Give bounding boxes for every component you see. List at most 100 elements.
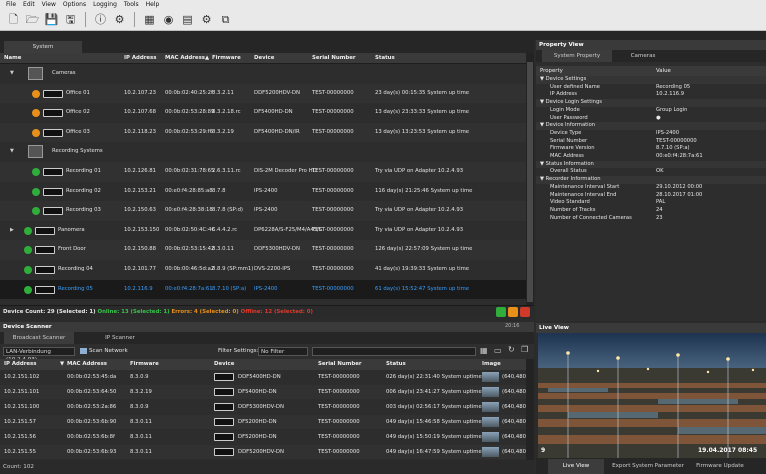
- menu-tools[interactable]: Tools: [124, 1, 139, 8]
- property-group-row[interactable]: ▼ Device Login Settings: [536, 99, 766, 107]
- tab-live-view[interactable]: Live View: [548, 459, 604, 474]
- column-serial[interactable]: Serial Number: [312, 53, 356, 64]
- scanner-column-image[interactable]: Image: [482, 359, 501, 370]
- device-row[interactable]: Office 02 10.2.107.68 00:0b:02:53:28:89 8.3…: [0, 103, 526, 123]
- scanner-row[interactable]: 10.2.151.100 00:0b:02:53:2a:86 8.3.0.9 DDF5…: [0, 400, 528, 414]
- monitor-icon[interactable]: ▭: [494, 346, 502, 355]
- scanner-row[interactable]: 10.2.151.102 00:0b:02:53:45:da 8.3.0.9 DDF5…: [0, 370, 528, 384]
- grid-view-icon[interactable]: ▦: [480, 346, 488, 355]
- new-file-button[interactable]: 🗋: [6, 12, 21, 27]
- scanner-row[interactable]: 10.2.151.57 00:0b:02:53:6b:90 8.3.0.11 DF52…: [0, 415, 528, 429]
- property-row[interactable]: User Password ●: [536, 115, 766, 123]
- tab-broadcast-scanner[interactable]: Broadcast Scanner: [4, 332, 74, 344]
- property-value[interactable]: PAL: [656, 199, 665, 207]
- device-row[interactable]: Office 01 10.2.107.23 00:0b:02:40:25:2f 8.3…: [0, 83, 526, 104]
- property-value[interactable]: Recording 05: [656, 84, 690, 92]
- property-row[interactable]: Number of Tracks 24: [536, 207, 766, 215]
- save-button[interactable]: 💾: [44, 12, 59, 27]
- filter-online-button[interactable]: [496, 307, 506, 317]
- scanner-column-status[interactable]: Status: [386, 359, 406, 370]
- filter-offline-button[interactable]: [520, 307, 530, 317]
- cog-window-button[interactable]: ⚙: [199, 12, 214, 27]
- menu-help[interactable]: Help: [146, 1, 160, 8]
- column-name[interactable]: Name: [4, 53, 21, 64]
- property-value[interactable]: 10.2.116.9: [656, 91, 684, 99]
- column-status[interactable]: Status: [375, 53, 395, 64]
- tab-export-system-parameter[interactable]: Export System Parameter: [610, 459, 686, 474]
- eye-button[interactable]: ◉: [161, 12, 176, 27]
- device-row[interactable]: Recording 04 10.2.101.77 00:0b:00:46:5d:a2…: [0, 260, 526, 280]
- property-row[interactable]: Firmware Version 8.7.10 (SP:a): [536, 145, 766, 153]
- scan-network-button[interactable]: Scan Network: [80, 347, 128, 356]
- scanner-row[interactable]: 10.2.151.55 00:0b:02:53:6b:93 8.3.0.11 DDF5…: [0, 445, 528, 459]
- property-value[interactable]: IPS-2400: [656, 130, 679, 138]
- scanner-column-ip[interactable]: IP Address: [4, 359, 36, 370]
- filter-select[interactable]: No Filter: [258, 347, 308, 356]
- chevron-down-icon[interactable]: ⌄: [519, 400, 523, 414]
- chevron-down-icon[interactable]: ⌄: [519, 415, 523, 429]
- property-group-row[interactable]: ▼ Status Information: [536, 160, 766, 169]
- expand-arrow-icon[interactable]: ▼: [10, 64, 14, 84]
- save-as-button[interactable]: 🖫: [63, 12, 78, 27]
- expand-arrow-icon[interactable]: ▶: [10, 221, 14, 241]
- property-row[interactable]: Number of Connected Cameras 23: [536, 215, 766, 223]
- info-button[interactable]: ⓘ: [93, 12, 108, 27]
- property-group-row[interactable]: ▼ Recorder Information: [536, 176, 766, 184]
- system-scrollbar-thumb[interactable]: [527, 62, 533, 302]
- tree-group-row[interactable]: ▼ Cameras: [0, 64, 526, 84]
- chevron-down-icon[interactable]: ⌄: [519, 370, 523, 384]
- settings-cogs-button[interactable]: ⚙: [112, 12, 127, 27]
- scanner-search-input[interactable]: [312, 347, 476, 356]
- column-mac[interactable]: MAC Address: [165, 53, 205, 64]
- property-row[interactable]: Video Standard PAL: [536, 199, 766, 207]
- filter-errors-button[interactable]: [508, 307, 518, 317]
- column-firmware[interactable]: Firmware: [212, 53, 241, 64]
- adapter-select[interactable]: LAN-Verbindung (10.2.4.93): [3, 347, 75, 363]
- tab-system[interactable]: System: [4, 41, 82, 53]
- copy-icon[interactable]: ❐: [521, 345, 528, 354]
- property-value[interactable]: 8.7.10 (SP:a): [656, 145, 690, 153]
- property-row[interactable]: Login Mode Group Login: [536, 107, 766, 115]
- menu-logging[interactable]: Logging: [93, 1, 117, 8]
- scanner-row[interactable]: 10.2.151.101 00:0b:02:53:64:50 8.3.2.19 DF5…: [0, 385, 528, 399]
- property-row[interactable]: MAC Address 00:e0:f4:28:7a:61: [536, 153, 766, 161]
- expand-arrow-icon[interactable]: ▼: [10, 142, 14, 162]
- scanner-column-mac[interactable]: MAC Address: [67, 359, 107, 370]
- device-row[interactable]: Recording 02 10.2.153.21 00:e0:f4:28:85:a8…: [0, 182, 526, 202]
- property-value[interactable]: 23: [656, 215, 663, 223]
- property-value[interactable]: OK: [656, 168, 664, 176]
- dashboard-button[interactable]: ▤: [180, 12, 195, 27]
- tree-group-row[interactable]: ▼ Recording Systems: [0, 142, 526, 162]
- property-value[interactable]: 00:e0:f4:28:7a:61: [656, 153, 703, 161]
- property-row[interactable]: Maintenance Interval Start 29.10.2012 00:…: [536, 184, 766, 192]
- open-folder-button[interactable]: 🗁: [25, 12, 40, 27]
- scanner-scrollbar[interactable]: [526, 359, 534, 460]
- property-value[interactable]: Group Login: [656, 107, 687, 115]
- scanner-row[interactable]: 10.2.151.56 00:0b:02:53:6b:8f 8.3.0.11 DF52…: [0, 430, 528, 444]
- property-value[interactable]: 29.10.2012 00:00: [656, 184, 702, 192]
- scanner-column-firmware[interactable]: Firmware: [130, 359, 159, 370]
- property-row[interactable]: Maintenance Interval End 28.10.2017 01:00: [536, 192, 766, 200]
- network-button[interactable]: ⧉: [218, 12, 233, 27]
- chevron-down-icon[interactable]: ⌄: [519, 445, 523, 459]
- refresh-icon[interactable]: ↻: [508, 345, 515, 354]
- scanner-column-serial[interactable]: Serial Number: [318, 359, 362, 370]
- device-row[interactable]: Recording 03 10.2.150.63 00:e0:f4:28:38:18…: [0, 201, 526, 221]
- device-row[interactable]: Recording 05 10.2.116.9 00:e0:f4:28:7a:61 8…: [0, 279, 526, 300]
- column-device[interactable]: Device: [254, 53, 274, 64]
- menu-edit[interactable]: Edit: [23, 1, 35, 8]
- menu-view[interactable]: View: [42, 1, 56, 8]
- device-row[interactable]: ▶ Panomera 10.2.153.150 00:0b:02:50:4C:4C 6.…: [0, 221, 526, 241]
- property-value[interactable]: ●: [656, 115, 661, 123]
- device-row[interactable]: Front Door 10.2.150.88 00:0b:02:53:15:42 8.…: [0, 240, 526, 260]
- property-row[interactable]: IP Address 10.2.116.9: [536, 91, 766, 99]
- tab-system-property[interactable]: System Property: [542, 50, 612, 62]
- scanner-column-device[interactable]: Device: [214, 359, 234, 370]
- device-row[interactable]: Recording 01 10.2.126.81 00:0b:02:31:78:65…: [0, 162, 526, 182]
- menu-options[interactable]: Options: [63, 1, 86, 8]
- column-ip[interactable]: IP Address: [124, 53, 156, 64]
- property-group-row[interactable]: ▼ Device Settings: [536, 76, 766, 84]
- tab-firmware-update[interactable]: Firmware Update: [690, 459, 750, 474]
- property-value[interactable]: 24: [656, 207, 663, 215]
- tab-cameras[interactable]: Cameras: [618, 50, 668, 62]
